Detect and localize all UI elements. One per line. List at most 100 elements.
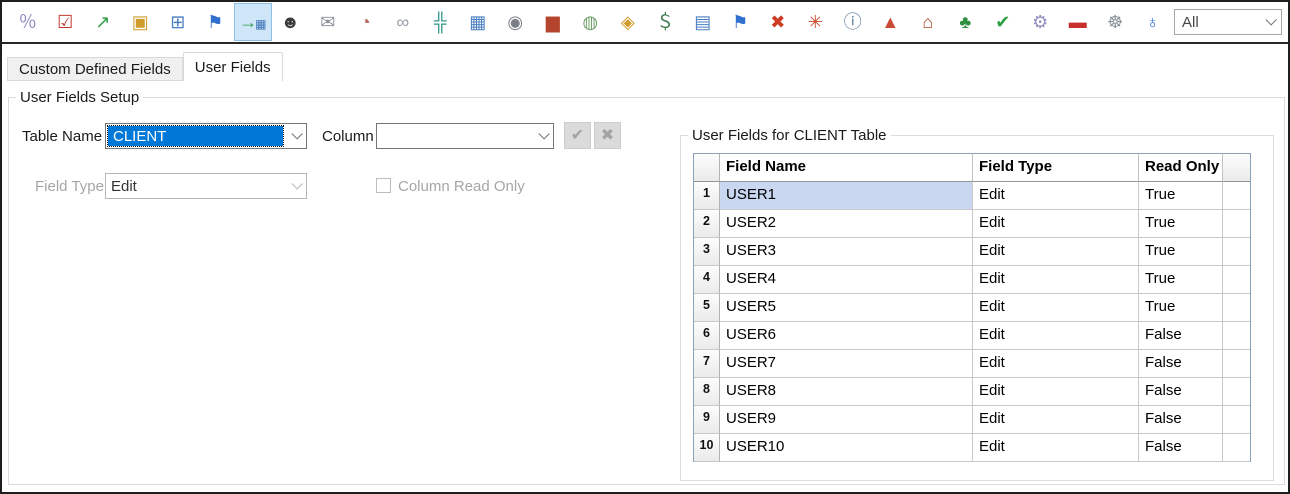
- cell-field-type[interactable]: Edit: [973, 210, 1139, 238]
- cell-field-type[interactable]: Edit: [973, 350, 1139, 378]
- form-icon[interactable]: ▤: [684, 3, 722, 41]
- flag-icon[interactable]: ⚑: [722, 3, 760, 41]
- calendar-icon: ▦: [469, 12, 486, 32]
- gauge-icon[interactable]: ◔: [347, 3, 385, 41]
- cell-read-only[interactable]: False: [1139, 350, 1223, 378]
- table-name-combobox[interactable]: CLIENT: [105, 123, 307, 149]
- cell-field-name[interactable]: USER10: [720, 434, 973, 462]
- chevron-down-icon[interactable]: [538, 128, 549, 139]
- row-header-cell[interactable]: 9: [694, 406, 720, 434]
- cell-read-only[interactable]: False: [1139, 406, 1223, 434]
- cell-field-type[interactable]: Edit: [973, 378, 1139, 406]
- row-header-cell[interactable]: 2: [694, 210, 720, 238]
- cell-read-only[interactable]: True: [1139, 238, 1223, 266]
- cell-field-name[interactable]: USER2: [720, 210, 973, 238]
- copy-check-icon[interactable]: ⊞: [159, 3, 197, 41]
- flag-icon[interactable]: ⚑: [197, 3, 235, 41]
- cell-field-name[interactable]: USER8: [720, 378, 973, 406]
- cell-read-only[interactable]: True: [1139, 294, 1223, 322]
- table-row: 5USER5EditTrue: [694, 294, 1250, 322]
- cell-field-name[interactable]: USER4: [720, 266, 973, 294]
- grid-header-row: Field Name Field Type Read Only: [694, 154, 1250, 182]
- user-fields-grid-body: 1USER1EditTrue2USER2EditTrue3USER3EditTr…: [694, 182, 1250, 462]
- cell-read-only[interactable]: True: [1139, 182, 1223, 210]
- grid-column-header-field-name[interactable]: Field Name: [720, 154, 973, 182]
- camera-icon[interactable]: ◉: [497, 3, 535, 41]
- row-header-cell[interactable]: 8: [694, 378, 720, 406]
- shapes-icon[interactable]: ▲: [872, 3, 910, 41]
- toolbox-icon[interactable]: ▆: [534, 3, 572, 41]
- info-doc-icon[interactable]: ⓘ: [834, 3, 872, 41]
- invoice-icon[interactable]: ＄: [647, 3, 685, 41]
- table-row: 1USER1EditTrue: [694, 182, 1250, 210]
- cell-field-type[interactable]: Edit: [973, 294, 1139, 322]
- car-icon[interactable]: ▬: [1059, 3, 1097, 41]
- cell-field-type[interactable]: Edit: [973, 266, 1139, 294]
- cell-read-only[interactable]: True: [1139, 266, 1223, 294]
- cell-field-name[interactable]: USER9: [720, 406, 973, 434]
- percent-icon[interactable]: ％: [9, 3, 47, 41]
- cell-field-type[interactable]: Edit: [973, 406, 1139, 434]
- link-icon[interactable]: ∞: [384, 3, 422, 41]
- row-header-cell[interactable]: 7: [694, 350, 720, 378]
- chevron-down-icon[interactable]: [291, 128, 302, 139]
- check-icon[interactable]: ✔: [984, 3, 1022, 41]
- cell-filler: [1223, 294, 1250, 322]
- user-fields-table-group-title: User Fields for CLIENT Table: [688, 127, 891, 144]
- table-row: 9USER9EditFalse: [694, 406, 1250, 434]
- org-chart-icon[interactable]: ╬: [422, 3, 460, 41]
- tab-custom-defined-fields[interactable]: Custom Defined Fields: [7, 57, 183, 81]
- row-header-cell[interactable]: 4: [694, 266, 720, 294]
- pinwheel-icon[interactable]: ☸: [1097, 3, 1135, 41]
- column-read-only-checkbox[interactable]: [376, 178, 391, 193]
- gears-icon[interactable]: ⚙: [1022, 3, 1060, 41]
- row-header-cell[interactable]: 3: [694, 238, 720, 266]
- cell-field-name[interactable]: USER6: [720, 322, 973, 350]
- chart-increase-icon[interactable]: ↗: [84, 3, 122, 41]
- cell-field-type[interactable]: Edit: [973, 322, 1139, 350]
- cell-field-name[interactable]: USER3: [720, 238, 973, 266]
- globe-icon[interactable]: ♁: [1134, 3, 1172, 41]
- database-check-icon[interactable]: ◍: [572, 3, 610, 41]
- package-icon[interactable]: ▣: [122, 3, 160, 41]
- cell-read-only[interactable]: True: [1139, 210, 1223, 238]
- field-type-combobox[interactable]: Edit: [105, 173, 307, 199]
- row-header-cell[interactable]: 6: [694, 322, 720, 350]
- tab-user-fields[interactable]: User Fields: [183, 52, 283, 81]
- cell-read-only[interactable]: False: [1139, 434, 1223, 462]
- grid-column-header-read-only[interactable]: Read Only: [1139, 154, 1223, 182]
- network-delete-icon[interactable]: ✖: [759, 3, 797, 41]
- cell-field-name[interactable]: USER1: [720, 182, 973, 210]
- cancel-button[interactable]: ✖: [594, 122, 621, 149]
- row-header-cell[interactable]: 5: [694, 294, 720, 322]
- cell-field-type[interactable]: Edit: [973, 238, 1139, 266]
- check-icon: ✔: [995, 12, 1010, 32]
- person-icon[interactable]: ☻: [272, 3, 310, 41]
- calendar-icon[interactable]: ▦: [459, 3, 497, 41]
- column-combobox[interactable]: [376, 123, 554, 149]
- table-name-label: Table Name: [22, 128, 102, 145]
- grid-column-header-field-type[interactable]: Field Type: [973, 154, 1139, 182]
- home-icon[interactable]: ⌂: [909, 3, 947, 41]
- copy-check-icon: ⊞: [170, 12, 185, 32]
- network-icon[interactable]: ✳: [797, 3, 835, 41]
- box-check-icon[interactable]: ◈: [609, 3, 647, 41]
- cell-field-name[interactable]: USER5: [720, 294, 973, 322]
- cell-read-only[interactable]: False: [1139, 378, 1223, 406]
- cell-field-type[interactable]: Edit: [973, 182, 1139, 210]
- apply-button[interactable]: ✔: [564, 122, 591, 149]
- row-header-cell[interactable]: 10: [694, 434, 720, 462]
- cell-field-name[interactable]: USER7: [720, 350, 973, 378]
- app-window: ％☑↗▣⊞⚑→▦☻✉◔∞╬▦◉▆◍◈＄▤⚑✖✳ⓘ▲⌂♣✔⚙▬☸♁ All Cus…: [0, 0, 1290, 494]
- cell-filler: [1223, 182, 1250, 210]
- table-link-icon[interactable]: →▦: [234, 3, 272, 41]
- mail-check-icon[interactable]: ✉: [309, 3, 347, 41]
- cell-filler: [1223, 322, 1250, 350]
- grid-filler-header: [1223, 154, 1250, 182]
- row-header-cell[interactable]: 1: [694, 182, 720, 210]
- cell-read-only[interactable]: False: [1139, 322, 1223, 350]
- tree-icon[interactable]: ♣: [947, 3, 985, 41]
- toolbar-filter-dropdown[interactable]: All: [1174, 9, 1282, 35]
- cell-field-type[interactable]: Edit: [973, 434, 1139, 462]
- checklist-icon[interactable]: ☑: [47, 3, 85, 41]
